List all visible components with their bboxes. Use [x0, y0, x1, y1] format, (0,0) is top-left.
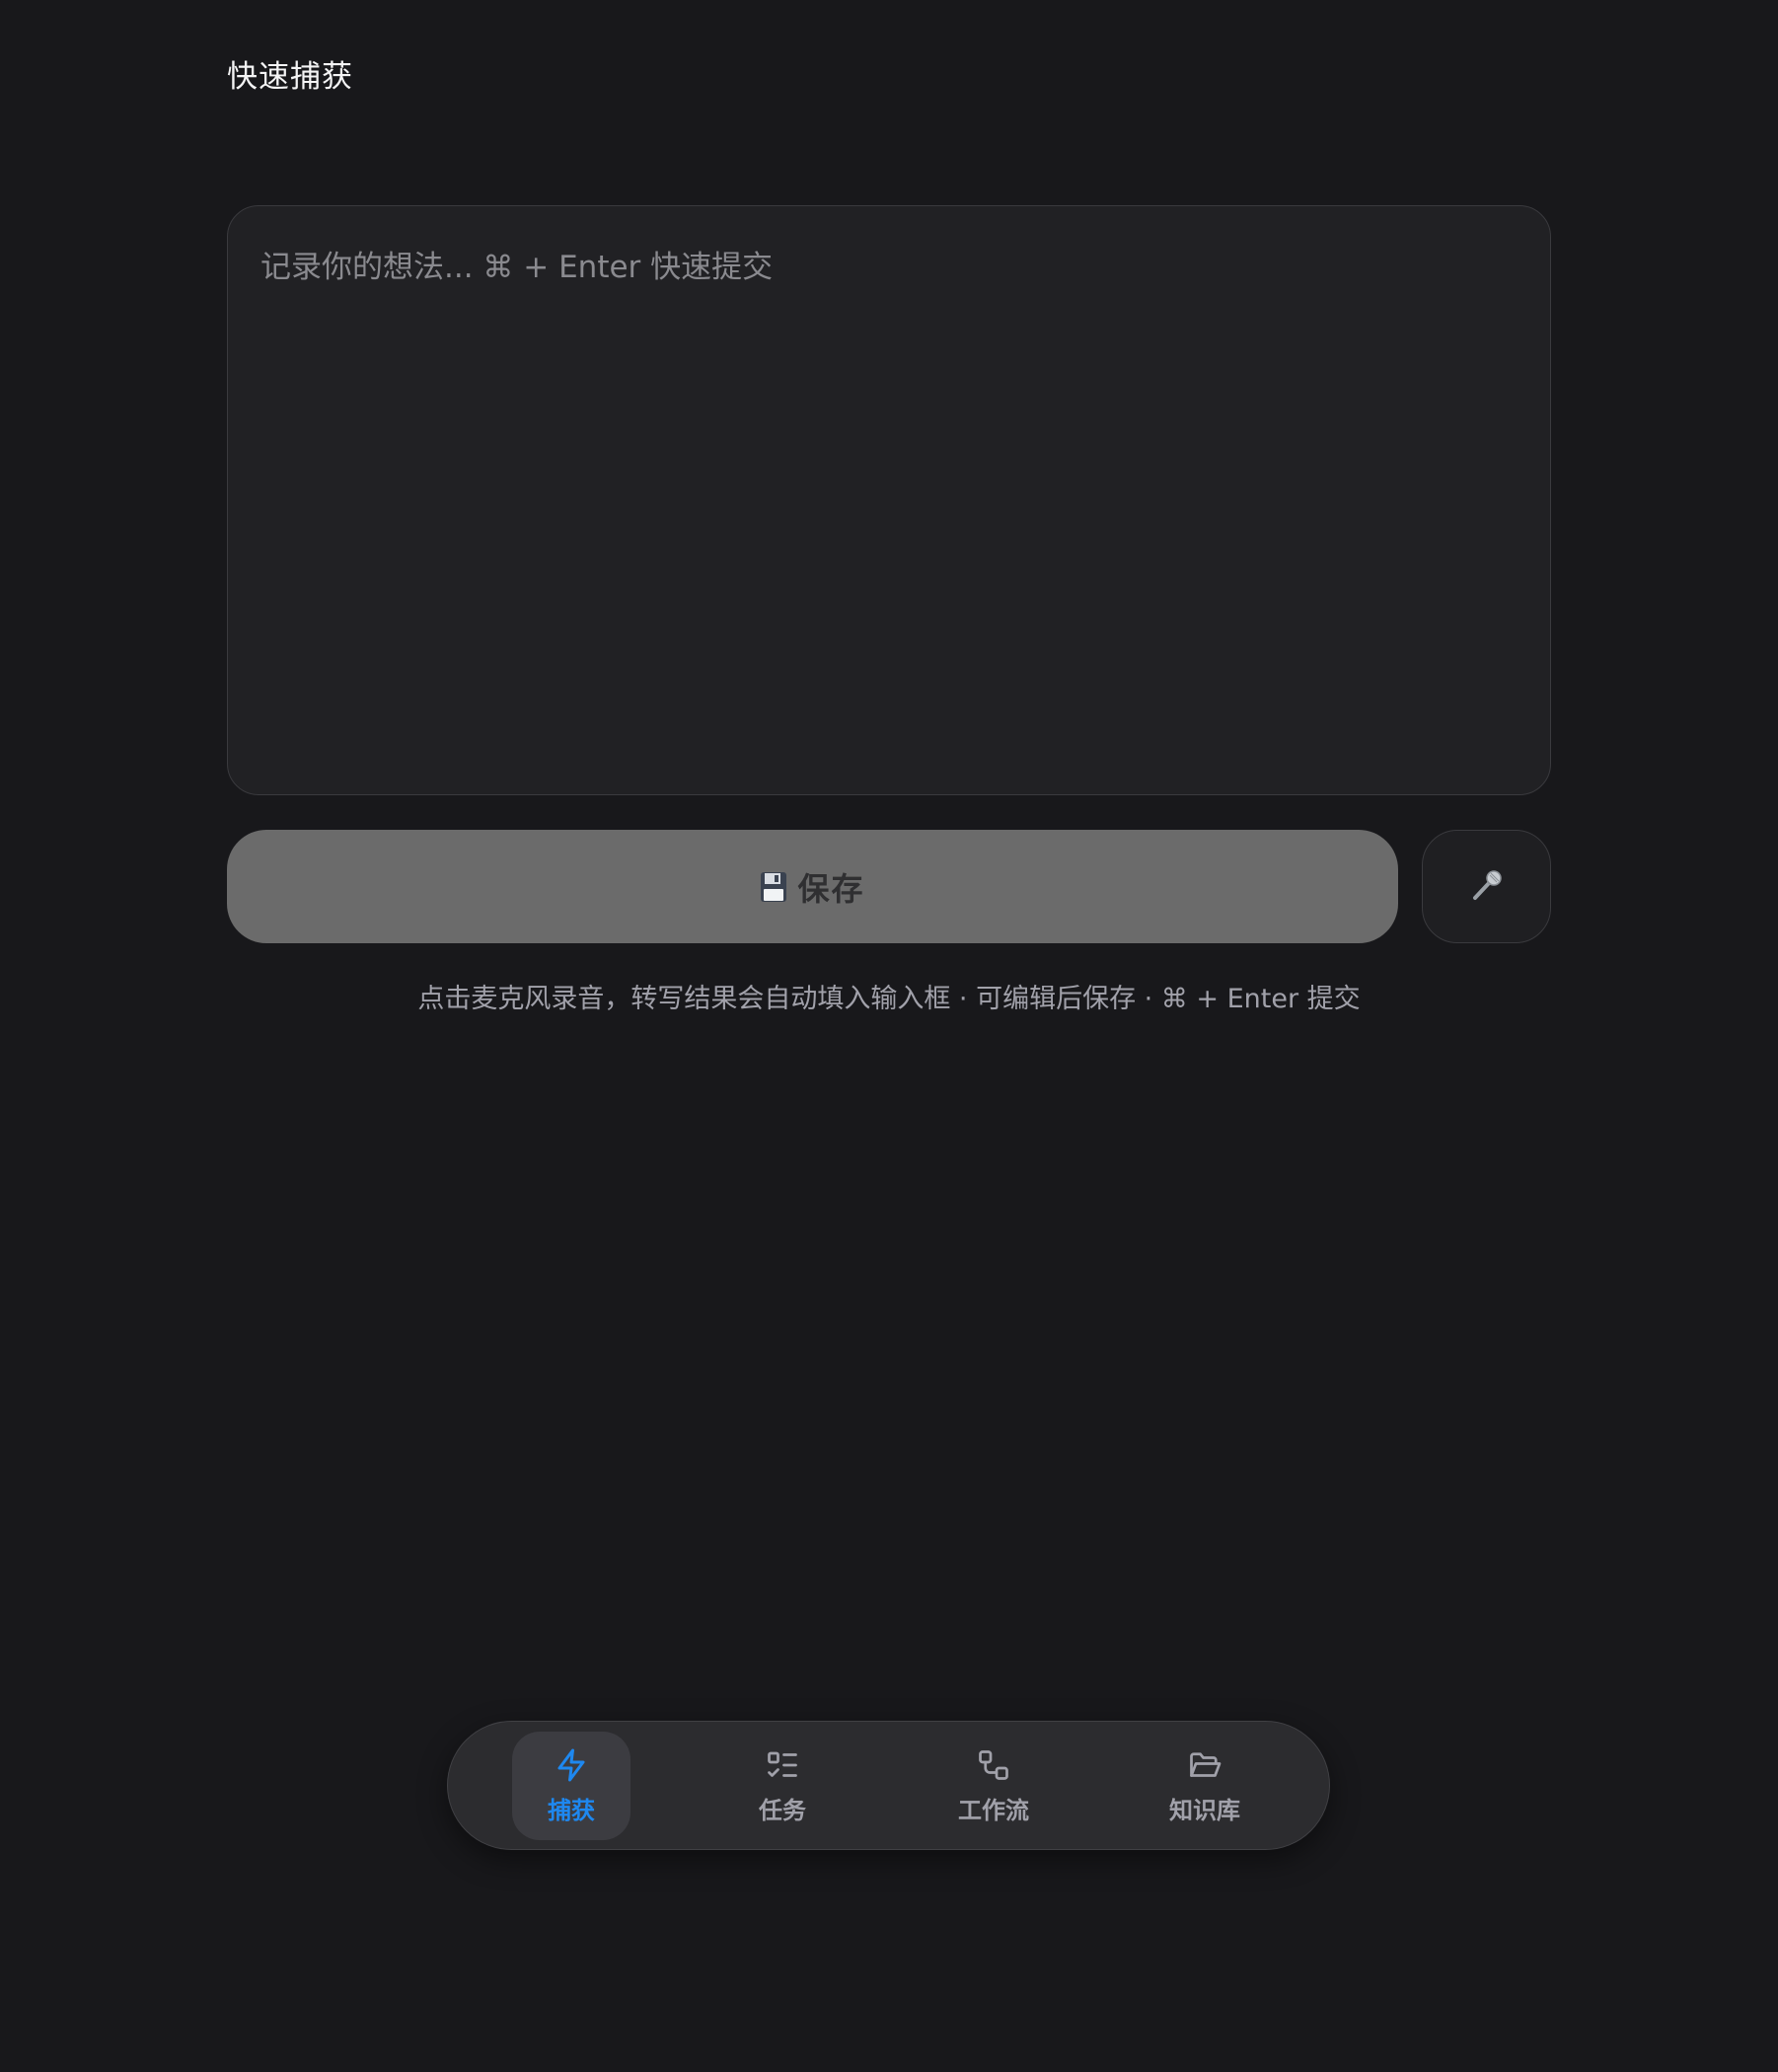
bottom-tab-bar: 捕获 任务 工作流 知识库: [447, 1721, 1330, 1850]
tab-knowledge-base[interactable]: 知识库: [1146, 1732, 1264, 1840]
folder-open-icon: [1187, 1747, 1222, 1787]
save-button-label: 保存: [797, 870, 865, 907]
microphone-button[interactable]: [1422, 830, 1551, 943]
tab-workflow[interactable]: 工作流: [934, 1732, 1053, 1840]
tab-label: 任务: [759, 1796, 806, 1824]
tab-label: 知识库: [1169, 1796, 1240, 1824]
checklist-icon: [765, 1747, 800, 1787]
microphone-icon: [1469, 867, 1505, 906]
capture-input[interactable]: [227, 205, 1551, 795]
floppy-disk-icon: [760, 871, 787, 903]
save-button[interactable]: 保存: [227, 830, 1398, 943]
voice-hint-text: 点击麦克风录音，转写结果会自动填入输入框 · 可编辑后保存 · ⌘ + Ente…: [417, 984, 1361, 1014]
tab-label: 捕获: [548, 1796, 595, 1824]
workflow-icon: [976, 1747, 1011, 1787]
tab-label: 工作流: [958, 1796, 1029, 1824]
quick-capture-page: 快速捕获 保存 点击麦克风录音，转写结果会自动填入输入框 · 可编辑后保存 · …: [0, 0, 1778, 2072]
lightning-icon: [554, 1747, 589, 1787]
tab-capture[interactable]: 捕获: [512, 1732, 630, 1840]
tab-tasks[interactable]: 任务: [723, 1732, 842, 1840]
page-title: 快速捕获: [227, 59, 353, 95]
